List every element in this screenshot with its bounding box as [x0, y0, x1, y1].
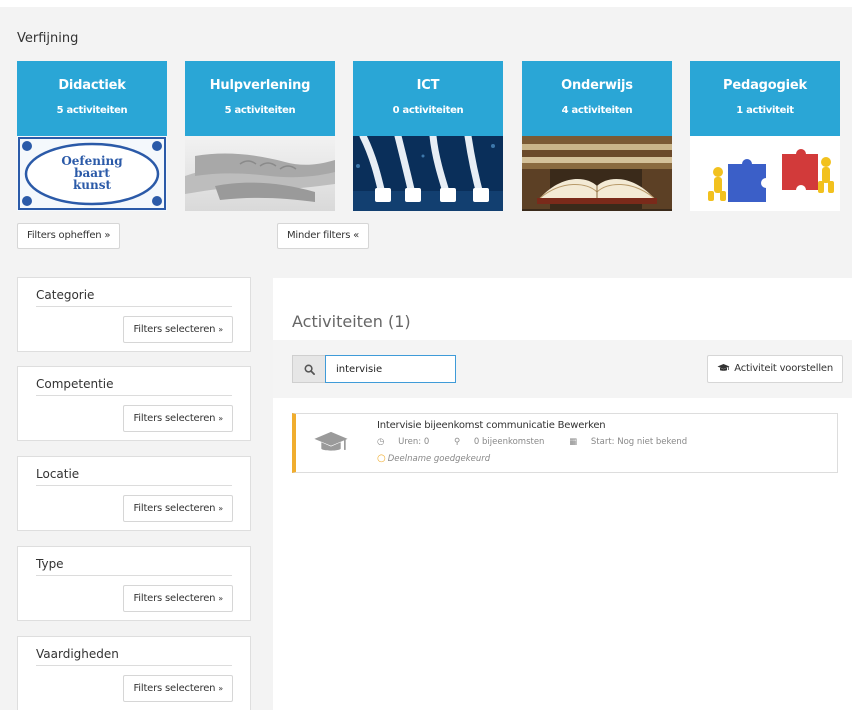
facet-locatie: Locatie Filters selecteren»	[17, 456, 251, 531]
tile-name: Onderwijs	[561, 78, 633, 93]
facet-title: Vaardigheden	[36, 647, 232, 666]
facet-competentie: Competentie Filters selecteren»	[17, 366, 251, 441]
tile-name: Hulpverlening	[209, 78, 311, 93]
select-filters-button[interactable]: Filters selecteren»	[123, 405, 233, 432]
tile-count: 5 activiteiten	[56, 105, 128, 116]
search-input[interactable]	[325, 355, 456, 383]
clear-filters-button[interactable]: Filters opheffen »	[17, 223, 121, 249]
facet-title: Type	[36, 557, 232, 576]
activities-panel: Activiteiten (1) Activiteit voorstellen	[273, 278, 852, 710]
facet-title: Competentie	[36, 377, 232, 396]
double-chevron-down-icon: »	[218, 684, 223, 693]
propose-activity-button[interactable]: Activiteit voorstellen	[707, 355, 843, 383]
search-icon[interactable]	[292, 355, 326, 383]
clock-icon: ◷	[377, 437, 385, 447]
tile-count: 4 activiteiten	[561, 105, 633, 116]
search-bar: Activiteit voorstellen	[273, 340, 852, 398]
tile-name: ICT	[416, 78, 440, 93]
facet-vaardigheden: Vaardigheden Filters selecteren»	[17, 636, 251, 710]
facet-type: Type Filters selecteren»	[17, 546, 251, 621]
activity-meta: ◷ Uren: 0 ⚲ 0 bijeenkomsten ▦ Start: Nog…	[377, 437, 688, 447]
select-filters-button[interactable]: Filters selecteren»	[123, 316, 233, 343]
oefening-baart-kunst-image: Oefening baart kunst	[17, 136, 167, 211]
double-chevron-down-icon: »	[218, 325, 223, 334]
activity-title-link[interactable]: Intervisie bijeenkomst communicatie Bewe…	[377, 420, 606, 431]
puzzle-figures-image	[690, 136, 840, 211]
activity-status: ○ Deelname goedgekeurd	[377, 453, 491, 464]
activity-item[interactable]: Intervisie bijeenkomst communicatie Bewe…	[292, 413, 838, 473]
select-filters-button[interactable]: Filters selecteren»	[123, 585, 233, 612]
graduation-cap-icon	[313, 430, 349, 460]
less-filters-button[interactable]: Minder filters «	[277, 223, 370, 249]
tile-name: Didactiek	[58, 78, 126, 93]
tile-hulpverlening[interactable]: Hulpverlening 5 activiteiten	[185, 61, 335, 211]
activities-title: Activiteiten (1)	[292, 312, 411, 331]
tile-pedagogiek[interactable]: Pedagogiek 1 activiteit	[690, 61, 840, 211]
facet-title: Categorie	[36, 288, 232, 307]
refinement-title: Verfijning	[17, 31, 79, 46]
tile-name: Pedagogiek	[723, 78, 807, 93]
holding-hands-image	[185, 136, 335, 211]
double-chevron-down-icon: »	[218, 414, 223, 423]
calendar-icon: ▦	[569, 437, 578, 447]
select-filters-button[interactable]: Filters selecteren»	[123, 675, 233, 702]
facet-title: Locatie	[36, 467, 232, 486]
tile-didactiek[interactable]: Didactiek 5 activiteiten Oefening baart ku…	[17, 61, 167, 211]
select-filters-button[interactable]: Filters selecteren»	[123, 495, 233, 522]
facet-categorie: Categorie Filters selecteren»	[17, 277, 251, 352]
tile-ict[interactable]: ICT 0 activiteiten	[353, 61, 503, 211]
network-cables-image	[353, 136, 503, 211]
map-marker-icon: ⚲	[453, 437, 461, 447]
tile-count: 5 activiteiten	[224, 105, 296, 116]
graduation-cap-icon	[717, 364, 730, 371]
circle-notch-icon: ○	[377, 453, 386, 464]
tile-count: 0 activiteiten	[392, 105, 464, 116]
double-chevron-down-icon: »	[218, 594, 223, 603]
tile-count: 1 activiteit	[736, 105, 794, 116]
tile-onderwijs[interactable]: Onderwijs 4 activiteiten	[522, 61, 672, 211]
open-books-image	[522, 136, 672, 211]
double-chevron-down-icon: »	[218, 504, 223, 513]
